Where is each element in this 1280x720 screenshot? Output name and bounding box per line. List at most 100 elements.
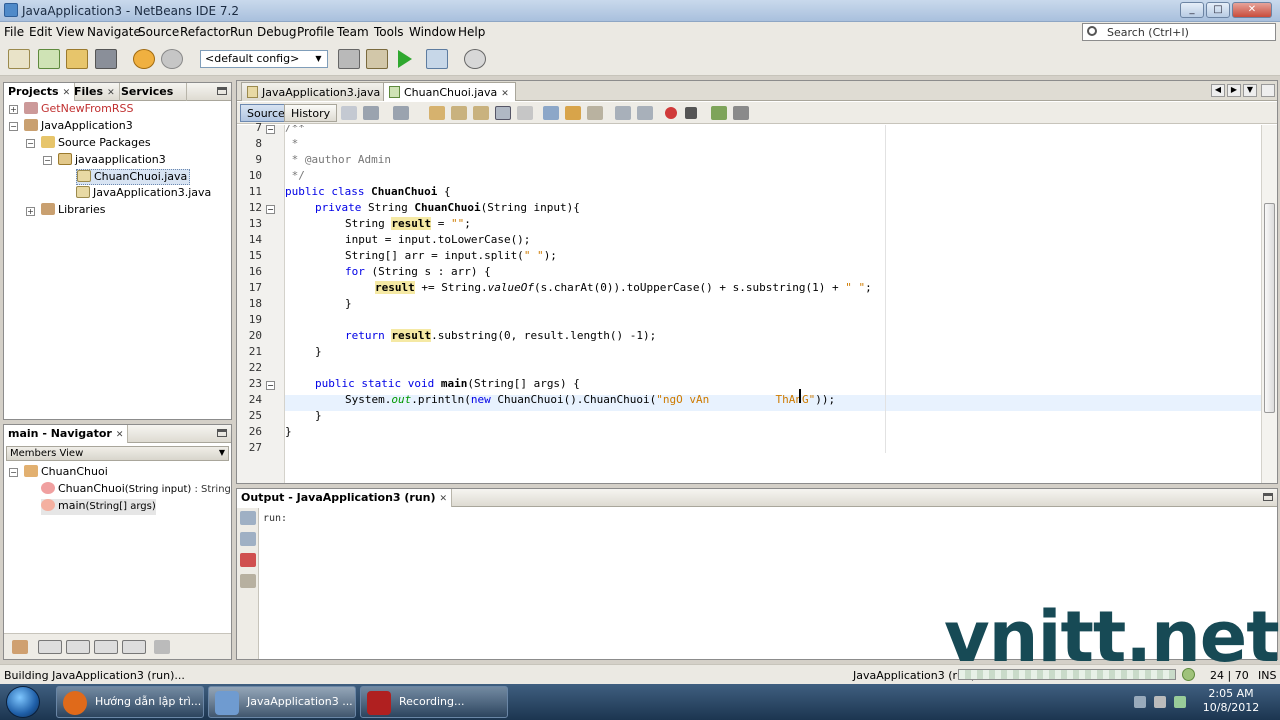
taskbar-item-netbeans[interactable]: JavaApplication3 ... <box>208 686 356 718</box>
start-button[interactable] <box>6 686 40 718</box>
menu-help[interactable]: Help <box>458 25 485 39</box>
taskbar-item-recorder[interactable]: Recording... <box>360 686 508 718</box>
rerun-with-params-icon[interactable] <box>240 532 256 546</box>
members-view-select[interactable]: Members View ▼ <box>6 446 229 461</box>
tab-chuanchuoi-java[interactable]: ChuanChuoi.java ✕ <box>383 82 516 101</box>
menu-view[interactable]: View <box>56 25 84 39</box>
tab-javaapplication3-java[interactable]: JavaApplication3.java✕ <box>241 82 399 101</box>
collapse-icon[interactable]: − <box>26 139 35 148</box>
find-previous-icon[interactable] <box>451 106 467 120</box>
fold-collapse-icon[interactable]: − <box>266 205 275 214</box>
output-settings-icon[interactable] <box>240 574 256 588</box>
collapse-icon[interactable]: − <box>43 156 52 165</box>
tab-navigator[interactable]: main - Navigator ✕ <box>4 425 129 443</box>
run-project-icon[interactable] <box>398 50 412 68</box>
tree-item-libraries[interactable]: Libraries <box>41 203 106 219</box>
start-macro-icon[interactable] <box>665 107 677 119</box>
taskbar-item-firefox[interactable]: Hướng dẫn lập trì... <box>56 686 204 718</box>
open-project-icon[interactable] <box>66 49 88 69</box>
expand-icon[interactable]: + <box>26 207 35 216</box>
new-project-icon[interactable] <box>38 49 60 69</box>
navigator-method-main[interactable]: main(String[] args) <box>41 499 156 515</box>
toggle-bookmark-icon[interactable] <box>587 106 603 120</box>
menu-file[interactable]: File <box>4 25 24 39</box>
tree-item-chuanchuoi-java[interactable]: ChuanChuoi.java <box>76 169 191 185</box>
clean-build-icon[interactable] <box>366 49 388 69</box>
rerun-icon[interactable] <box>240 511 256 525</box>
menu-edit[interactable]: Edit <box>29 25 52 39</box>
fields-filter-icon[interactable] <box>38 640 62 654</box>
uncomment-icon[interactable] <box>733 106 749 120</box>
tree-item-javaapplication3-java[interactable]: JavaApplication3.java <box>76 186 211 202</box>
minimize-panel-icon[interactable] <box>217 87 227 95</box>
navigator-method-chuanchuoi[interactable]: ChuanChuoi(String input) : String <box>41 482 231 498</box>
menu-tools[interactable]: Tools <box>374 25 404 39</box>
comment-icon[interactable] <box>711 106 727 120</box>
collapse-icon[interactable]: − <box>9 468 18 477</box>
menu-debug[interactable]: Debug <box>257 25 296 39</box>
stop-icon[interactable] <box>240 553 256 567</box>
menu-run[interactable]: Run <box>230 25 253 39</box>
menu-window[interactable]: Window <box>409 25 456 39</box>
search-field[interactable]: Search (Ctrl+I) <box>1082 23 1276 41</box>
stop-macro-icon[interactable] <box>685 107 697 119</box>
configuration-select[interactable]: <default config> ▼ <box>200 50 328 68</box>
scroll-tabs-right-icon[interactable]: ▶ <box>1227 84 1241 97</box>
tab-projects[interactable]: Projects ✕ <box>4 83 76 101</box>
menu-team[interactable]: Team <box>337 25 369 39</box>
minimize-panel-icon[interactable] <box>1263 493 1273 501</box>
sort-icon[interactable] <box>154 640 170 654</box>
undo-icon[interactable] <box>133 49 155 69</box>
maximize-editor-icon[interactable] <box>1261 84 1275 97</box>
tray-volume-icon[interactable] <box>1154 696 1166 708</box>
menu-refactor[interactable]: Refactor <box>180 25 230 39</box>
code-area[interactable]: /** * * @author Admin */ public class Ch… <box>285 125 1261 483</box>
tray-network-icon[interactable] <box>1134 696 1146 708</box>
new-file-icon[interactable] <box>8 49 30 69</box>
last-edit-icon[interactable] <box>341 106 357 120</box>
tab-services[interactable]: Services <box>117 83 187 101</box>
editor-vertical-scrollbar[interactable] <box>1261 125 1277 483</box>
fold-collapse-icon[interactable]: − <box>266 125 275 134</box>
menu-profile[interactable]: Profile <box>297 25 334 39</box>
tab-output[interactable]: Output - JavaApplication3 (run) ✕ <box>237 489 453 507</box>
shift-left-icon[interactable] <box>615 106 631 120</box>
filter-icon[interactable] <box>12 640 28 654</box>
inherited-filter-icon[interactable] <box>122 640 146 654</box>
next-bookmark-icon[interactable] <box>565 106 581 120</box>
previous-bookmark-icon[interactable] <box>543 106 559 120</box>
toggle-rect-select-icon[interactable] <box>517 106 533 120</box>
tree-item-source-packages[interactable]: Source Packages <box>41 136 151 152</box>
tree-item-getnewfromrss[interactable]: GetNewFromRSS <box>24 102 133 118</box>
scroll-tabs-left-icon[interactable]: ◀ <box>1211 84 1225 97</box>
save-all-icon[interactable] <box>95 49 117 69</box>
taskbar-clock[interactable]: 2:05 AM 10/8/2012 <box>1198 687 1264 715</box>
profile-project-icon[interactable] <box>464 49 486 69</box>
find-next-icon[interactable] <box>473 106 489 120</box>
fold-collapse-icon[interactable]: − <box>266 381 275 390</box>
tree-item-package[interactable]: javaapplication3 <box>58 153 166 169</box>
scrollbar-thumb[interactable] <box>1264 203 1275 413</box>
minimize-panel-icon[interactable] <box>217 429 227 437</box>
non-public-filter-icon[interactable] <box>94 640 118 654</box>
menu-source[interactable]: Source <box>138 25 179 39</box>
tab-files[interactable]: Files ✕ <box>70 83 120 101</box>
navigator-class-chuanchuoi[interactable]: ChuanChuoi <box>24 465 108 481</box>
history-button[interactable]: History <box>284 104 338 122</box>
forward-icon[interactable] <box>393 106 409 120</box>
redo-icon[interactable] <box>161 49 183 69</box>
maximize-button[interactable]: □ <box>1206 2 1230 18</box>
back-icon[interactable] <box>363 106 379 120</box>
tray-flag-icon[interactable] <box>1174 696 1186 708</box>
expand-icon[interactable]: + <box>9 105 18 114</box>
shift-right-icon[interactable] <box>637 106 653 120</box>
build-hammer-icon[interactable] <box>338 49 360 69</box>
notification-icon[interactable] <box>1182 668 1195 681</box>
tree-item-javaapplication3[interactable]: JavaApplication3 <box>24 119 133 135</box>
minimize-button[interactable]: _ <box>1180 2 1204 18</box>
toggle-highlight-icon[interactable] <box>495 106 511 120</box>
menu-navigate[interactable]: Navigate <box>87 25 141 39</box>
collapse-icon[interactable]: − <box>9 122 18 131</box>
static-filter-icon[interactable] <box>66 640 90 654</box>
debug-project-icon[interactable] <box>426 49 448 69</box>
